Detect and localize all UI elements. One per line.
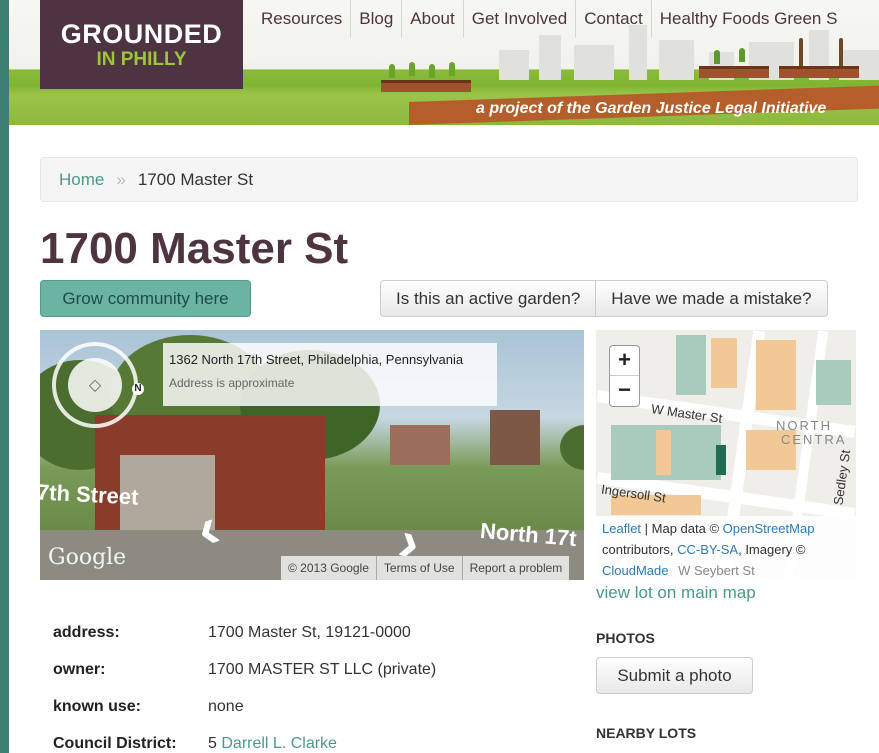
lot-parcel: [711, 338, 737, 388]
street-label-left: 7th Street: [40, 479, 140, 510]
zoom-control: + −: [609, 345, 640, 407]
detail-row-address: address: 1700 Master St, 19121-0000: [53, 624, 436, 661]
pan-control[interactable]: ◇: [52, 342, 138, 428]
owner-value: 1700 MASTER ST LLC (private): [208, 661, 437, 678]
photos-heading: PHOTOS: [596, 630, 655, 646]
submit-photo-button[interactable]: Submit a photo: [596, 657, 753, 694]
detail-row-owner: owner: 1700 MASTER ST LLC (private): [53, 661, 436, 698]
map-label-central: CENTRA: [781, 432, 847, 447]
street-view-panorama[interactable]: ◇ N 1362 North 17th Street, Philadelphia…: [40, 330, 584, 580]
tree: [560, 425, 584, 470]
street-view-footer: © 2013 Google Terms of Use Report a prob…: [281, 556, 570, 580]
pan-arrows-icon[interactable]: ◇: [68, 358, 122, 412]
main-nav: Resources Blog About Get Involved Contac…: [253, 0, 845, 38]
sprout: [389, 64, 395, 78]
stake: [839, 38, 843, 66]
planter-box: [381, 80, 471, 92]
stake: [799, 38, 803, 66]
nav-about[interactable]: About: [401, 0, 462, 38]
report-mistake-button[interactable]: Have we made a mistake?: [596, 280, 828, 317]
nav-resources[interactable]: Resources: [253, 0, 350, 38]
lot-details: address: 1700 Master St, 19121-0000 owne…: [53, 624, 436, 753]
council-member-link[interactable]: Darrell L. Clarke: [221, 735, 337, 752]
street-view-address: 1362 North 17th Street, Philadelphia, Pe…: [169, 352, 464, 367]
address-approx-note: Address is approximate: [169, 376, 295, 390]
known-use-value: none: [208, 698, 244, 715]
sprout: [409, 62, 415, 76]
license-link[interactable]: CC-BY-SA: [677, 542, 738, 557]
lot-map[interactable]: W Master St Ingersoll St NORTH CENTRA Se…: [596, 330, 856, 578]
grow-community-button[interactable]: Grow community here: [40, 280, 251, 317]
known-use-label: known use:: [53, 698, 142, 715]
nav-contact[interactable]: Contact: [575, 0, 651, 38]
detail-row-known-use: known use: none: [53, 698, 436, 735]
logo-subtitle: IN PHILLY: [96, 48, 187, 70]
breadcrumb-separator: »: [116, 169, 126, 189]
logo-title: GROUNDED: [60, 18, 223, 49]
breadcrumb: Home » 1700 Master St: [40, 157, 858, 202]
zoom-out-button[interactable]: −: [610, 376, 639, 406]
contributors-text: contributors,: [602, 542, 678, 557]
selected-lot[interactable]: [716, 445, 726, 475]
breadcrumb-home[interactable]: Home: [59, 170, 104, 190]
site-header: GROUNDED IN PHILLY Resources Blog About …: [9, 0, 879, 125]
sprout: [429, 64, 435, 78]
feedback-button-group: Is this an active garden? Have we made a…: [380, 280, 828, 317]
breadcrumb-current: 1700 Master St: [137, 169, 254, 189]
lot-parcel: [816, 360, 851, 405]
lot-parcel: [676, 335, 706, 395]
sprout: [449, 62, 455, 76]
planter-box: [699, 66, 769, 78]
sprout: [739, 48, 745, 62]
nav-get-involved[interactable]: Get Involved: [462, 0, 575, 38]
leaflet-link[interactable]: Leaflet: [602, 521, 641, 536]
sprout: [714, 50, 720, 64]
map-data-text: | Map data ©: [641, 521, 723, 536]
map-label-north: NORTH: [776, 418, 832, 433]
building: [490, 410, 540, 465]
council-district-number: 5: [208, 735, 217, 752]
building: [390, 425, 450, 465]
council-district-value: 5 Darrell L. Clarke: [208, 735, 337, 753]
site-logo[interactable]: GROUNDED IN PHILLY: [40, 0, 243, 89]
nearby-lots-heading: NEARBY LOTS: [596, 725, 697, 741]
active-garden-button[interactable]: Is this an active garden?: [380, 280, 597, 317]
copyright-text: © 2013 Google: [288, 561, 369, 575]
map-attribution: Leaflet | Map data © OpenStreetMap contr…: [596, 516, 856, 578]
lot-parcel: [756, 340, 796, 410]
address-value: 1700 Master St, 19121-0000: [208, 624, 411, 641]
site-tagline: a project of the Garden Justice Legal In…: [476, 100, 827, 117]
owner-label: owner:: [53, 661, 106, 678]
left-edge-stripe: [0, 0, 9, 753]
cloudmade-link[interactable]: CloudMade: [602, 563, 669, 578]
planter-box: [779, 66, 859, 78]
map-label-seybert: W Seybert St: [678, 563, 755, 578]
lot-parcel: [656, 430, 671, 475]
osm-link[interactable]: OpenStreetMap: [723, 521, 815, 536]
address-label: address:: [53, 624, 120, 641]
nav-blog[interactable]: Blog: [350, 0, 401, 38]
view-lot-on-main-map-link[interactable]: view lot on main map: [596, 583, 756, 603]
nav-healthy-foods[interactable]: Healthy Foods Green S: [650, 0, 846, 38]
map-label-sedley: Sedley St: [830, 448, 854, 507]
zoom-in-button[interactable]: +: [610, 346, 639, 376]
imagery-text: , Imagery ©: [738, 542, 806, 557]
street-view-address-box: 1362 North 17th Street, Philadelphia, Pe…: [163, 343, 497, 406]
report-problem-link[interactable]: Report a problem: [461, 556, 570, 580]
page-title: 1700 Master St: [40, 224, 349, 273]
google-logo: Google: [48, 545, 127, 570]
terms-link[interactable]: Terms of Use: [375, 556, 462, 580]
detail-row-council: Council District: 5 Darrell L. Clarke: [53, 735, 436, 753]
council-district-label: Council District:: [53, 735, 177, 752]
compass-north-icon: N: [132, 383, 144, 395]
